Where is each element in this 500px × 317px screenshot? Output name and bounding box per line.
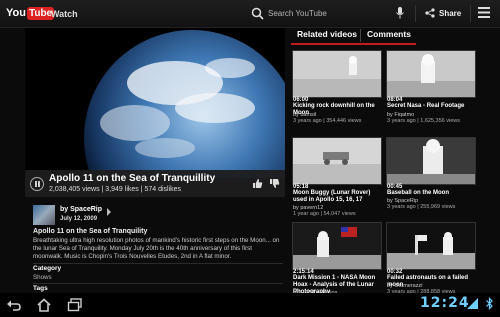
tab-divider <box>360 29 361 42</box>
search-icon[interactable] <box>251 7 264 20</box>
thumbs-down-icon[interactable] <box>269 178 280 189</box>
video-thumbnail <box>292 50 382 98</box>
video-thumbnail <box>386 50 476 98</box>
wifi-icon <box>467 298 478 309</box>
uploader-name: by SpaceRip <box>60 206 103 213</box>
related-video-meta: 3 years ago | 354,446 views <box>293 118 362 124</box>
related-video-title: Secret Nasa - Real Footage <box>387 103 465 109</box>
video-info-bar: Apollo 11 on the Sea of Tranquillity 2,0… <box>25 170 285 197</box>
video-thumbnail <box>292 222 382 270</box>
video-thumbnail <box>292 137 382 185</box>
back-icon[interactable] <box>6 298 22 312</box>
search-input[interactable] <box>268 6 388 20</box>
tab-comments[interactable]: Comments <box>367 28 411 43</box>
related-video-meta: 3 years ago | 255,969 views <box>387 204 456 210</box>
tab-underline <box>291 43 416 45</box>
video-title: Apollo 11 on the Sea of Tranquillity <box>49 173 216 184</box>
pause-icon[interactable] <box>30 177 44 191</box>
divider <box>33 283 283 284</box>
video-thumbnail <box>386 222 476 270</box>
tab-related-videos[interactable]: Related videos <box>297 28 357 43</box>
thumbs-up-icon[interactable] <box>252 178 263 189</box>
recent-apps-icon[interactable] <box>67 298 83 312</box>
video-stats: 2,038,405 views | 3,949 likes | 574 disl… <box>49 186 182 193</box>
chevron-right-icon[interactable] <box>106 208 112 216</box>
earth-video-frame <box>25 28 285 178</box>
category-heading: Category <box>33 265 62 272</box>
microphone-icon[interactable] <box>395 6 405 20</box>
tab-bar: Related videos Comments <box>291 28 416 44</box>
overflow-menu-icon[interactable] <box>478 7 490 18</box>
logo-you-text: You <box>6 7 26 19</box>
share-button[interactable]: Share <box>425 5 461 21</box>
section-title: Watch <box>51 9 78 19</box>
tags-heading: Tags <box>33 285 48 292</box>
status-clock: 12:24 <box>420 295 470 311</box>
avatar <box>33 205 55 225</box>
related-video-title: Baseball on the Moon <box>387 190 450 196</box>
top-action-bar: You Tube Watch Share <box>0 0 500 28</box>
share-icon <box>425 8 435 18</box>
youtube-logo[interactable]: You Tube <box>6 6 55 20</box>
upload-date: July 12, 2009 <box>60 216 98 222</box>
description-text: Breathtaking ultra high resolution photo… <box>33 237 280 260</box>
toolbar-divider <box>415 5 416 22</box>
share-label: Share <box>439 8 462 18</box>
divider <box>33 263 283 264</box>
related-video-meta: 3 years ago | 1,625,356 views <box>387 118 460 124</box>
category-value[interactable]: Shows <box>33 274 52 281</box>
home-icon[interactable] <box>36 298 52 312</box>
video-player[interactable] <box>25 28 285 178</box>
description-title: Apollo 11 on the Sea of Tranquility <box>33 228 148 235</box>
related-video-title: Moon Buggy (Lunar Rover) used in Apollo … <box>293 190 371 203</box>
video-thumbnail <box>386 137 476 185</box>
toolbar-divider <box>470 5 471 22</box>
related-video-meta: 1 year ago | 54,047 views <box>293 211 356 217</box>
uploader-info[interactable]: by SpaceRip July 12, 2009 <box>33 204 113 226</box>
bluetooth-icon <box>486 297 493 310</box>
